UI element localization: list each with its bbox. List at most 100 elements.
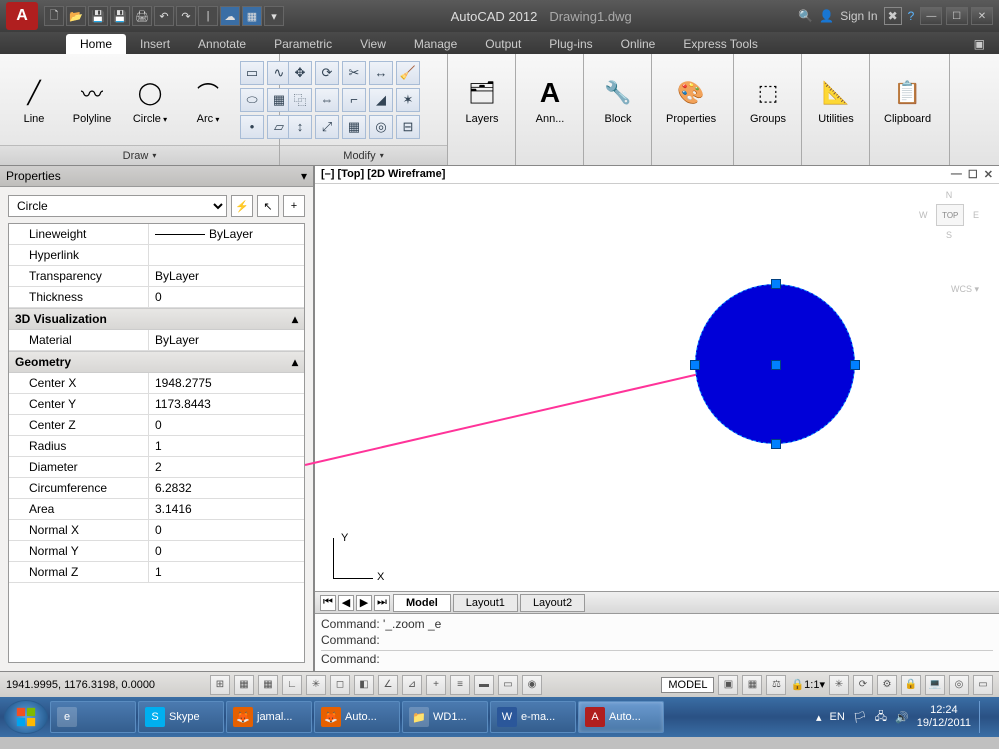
draw-circle-button[interactable]: ◯Circle: [124, 73, 176, 127]
layout-tab-layout2[interactable]: Layout2: [520, 594, 585, 612]
app-menu-button[interactable]: A: [6, 2, 38, 30]
qat-open-icon[interactable]: 📂: [66, 6, 86, 26]
prop-centerz[interactable]: Center Z0: [9, 415, 304, 436]
break-icon[interactable]: ⊟: [396, 115, 420, 139]
sb-ducs-icon[interactable]: ⊿: [402, 675, 422, 695]
system-clock[interactable]: 12:24 19/12/2011: [917, 704, 971, 730]
sb-annoscale-icon[interactable]: ⚖: [766, 675, 786, 695]
annotation-button[interactable]: AAnn...: [524, 73, 576, 127]
prop-circumference[interactable]: Circumference6.2832: [9, 478, 304, 499]
selected-circle-object[interactable]: [695, 284, 855, 444]
tab-nav-first-icon[interactable]: ⏮: [320, 595, 336, 611]
vp-max-icon[interactable]: ☐: [968, 168, 978, 181]
taskbar-autocad[interactable]: AAuto...: [578, 701, 664, 733]
exchange-icon[interactable]: ✖: [884, 7, 902, 25]
signin-link[interactable]: Sign In: [840, 9, 877, 23]
section-3dvis[interactable]: 3D Visualization▴: [9, 308, 304, 330]
layout-tab-model[interactable]: Model: [393, 594, 451, 612]
sb-tpy-icon[interactable]: ▬: [474, 675, 494, 695]
sb-hardware-icon[interactable]: 💻: [925, 675, 945, 695]
tray-volume-icon[interactable]: 🔊: [895, 711, 909, 724]
sb-sc-icon[interactable]: ◉: [522, 675, 542, 695]
binoculars-icon[interactable]: 🔍: [798, 9, 813, 23]
tray-flag-icon[interactable]: 🏳: [853, 711, 867, 724]
qat-new-icon[interactable]: 🗋: [44, 6, 64, 26]
command-window[interactable]: Command: '_.zoom _e Command: Command:: [315, 613, 999, 671]
prop-hyperlink[interactable]: Hyperlink: [9, 245, 304, 266]
mirror-icon[interactable]: ⇔: [315, 88, 339, 112]
qat-redo-icon[interactable]: ↷: [176, 6, 196, 26]
sb-annoauto-icon[interactable]: ⟳: [853, 675, 873, 695]
properties-title[interactable]: Properties ▾: [0, 166, 313, 187]
layout-tab-layout1[interactable]: Layout1: [453, 594, 518, 612]
sb-dyn-icon[interactable]: +: [426, 675, 446, 695]
taskbar-ie[interactable]: e: [50, 701, 136, 733]
prop-normalx[interactable]: Normal X0: [9, 520, 304, 541]
explode-icon[interactable]: ✶: [396, 88, 420, 112]
tray-expand-icon[interactable]: ▴: [816, 711, 822, 724]
stretch-icon[interactable]: ↕: [288, 115, 312, 139]
minimize-button[interactable]: —: [920, 7, 942, 25]
sb-snap-icon[interactable]: ▦: [234, 675, 254, 695]
tab-plugins[interactable]: Plug-ins: [535, 34, 606, 54]
prop-radius[interactable]: Radius1: [9, 436, 304, 457]
tab-insert[interactable]: Insert: [126, 34, 184, 54]
groups-button[interactable]: ⬚Groups: [742, 73, 794, 127]
draw-line-button[interactable]: ╱Line: [8, 73, 60, 127]
ribbon-expand-icon[interactable]: ▣: [960, 34, 999, 54]
rectangle-icon[interactable]: ▭: [240, 61, 264, 85]
prop-centerx[interactable]: Center X1948.2775: [9, 373, 304, 394]
point-icon[interactable]: •: [240, 115, 264, 139]
pickadd-icon[interactable]: +: [283, 195, 305, 217]
prop-normaly[interactable]: Normal Y0: [9, 541, 304, 562]
start-button[interactable]: [4, 700, 48, 734]
close-button[interactable]: ✕: [971, 7, 993, 25]
prop-diameter[interactable]: Diameter2: [9, 457, 304, 478]
viewport[interactable]: N W TOP E S WCS ▾ Y X: [315, 184, 999, 591]
qat-layout-icon[interactable]: ▦: [242, 6, 262, 26]
sb-layout-icon[interactable]: ▣: [718, 675, 738, 695]
scale-icon[interactable]: ⤢: [315, 115, 339, 139]
panel-draw-title[interactable]: Draw: [0, 145, 279, 165]
annotation-scale[interactable]: 🔒1:1▾: [790, 678, 825, 691]
draw-polyline-button[interactable]: 〰Polyline: [66, 73, 118, 127]
tab-home[interactable]: Home: [66, 34, 126, 54]
tab-view[interactable]: View: [346, 34, 400, 54]
sb-quickview-icon[interactable]: ▦: [742, 675, 762, 695]
prop-area[interactable]: Area3.1416: [9, 499, 304, 520]
show-desktop-button[interactable]: [979, 701, 989, 733]
tray-network-icon[interactable]: 🖧: [875, 708, 887, 727]
taskbar-explorer[interactable]: 📁WD1...: [402, 701, 488, 733]
tab-annotate[interactable]: Annotate: [184, 34, 260, 54]
extend-icon[interactable]: ↔: [369, 61, 393, 85]
tab-nav-prev-icon[interactable]: ◀: [338, 595, 354, 611]
sb-qp-icon[interactable]: ▭: [498, 675, 518, 695]
ellipse-icon[interactable]: ⬭: [240, 88, 264, 112]
taskbar-firefox1[interactable]: 🦊jamal...: [226, 701, 312, 733]
help-icon[interactable]: ?: [908, 9, 915, 23]
taskbar-skype[interactable]: SSkype: [138, 701, 224, 733]
qat-cloud-icon[interactable]: ☁: [220, 6, 240, 26]
rotate-icon[interactable]: ⟳: [315, 61, 339, 85]
viewport-label[interactable]: [–] [Top] [2D Wireframe]: [321, 168, 445, 181]
sb-polar-icon[interactable]: ✳: [306, 675, 326, 695]
sb-isolate-icon[interactable]: ◎: [949, 675, 969, 695]
viewcube[interactable]: N W TOP E S: [919, 190, 979, 270]
chamfer-icon[interactable]: ◢: [369, 88, 393, 112]
layers-button[interactable]: 🗂Layers: [456, 73, 508, 127]
grip-bottom[interactable]: [771, 439, 781, 449]
language-indicator[interactable]: EN: [830, 711, 845, 723]
maximize-button[interactable]: ☐: [946, 7, 968, 25]
modelspace-toggle[interactable]: MODEL: [661, 677, 714, 693]
erase-icon[interactable]: 🧹: [396, 61, 420, 85]
prop-lineweight[interactable]: LineweightByLayer: [9, 224, 304, 245]
coordinates-readout[interactable]: 1941.9995, 1176.3198, 0.0000: [6, 679, 206, 691]
taskbar-firefox2[interactable]: 🦊Auto...: [314, 701, 400, 733]
trim-icon[interactable]: ✂: [342, 61, 366, 85]
tab-express-tools[interactable]: Express Tools: [669, 34, 771, 54]
selectobj-icon[interactable]: ↖: [257, 195, 279, 217]
sb-ws-icon[interactable]: ⚙: [877, 675, 897, 695]
sb-infer-icon[interactable]: ⊞: [210, 675, 230, 695]
offset-icon[interactable]: ◎: [369, 115, 393, 139]
block-button[interactable]: 🔧Block: [592, 73, 644, 127]
